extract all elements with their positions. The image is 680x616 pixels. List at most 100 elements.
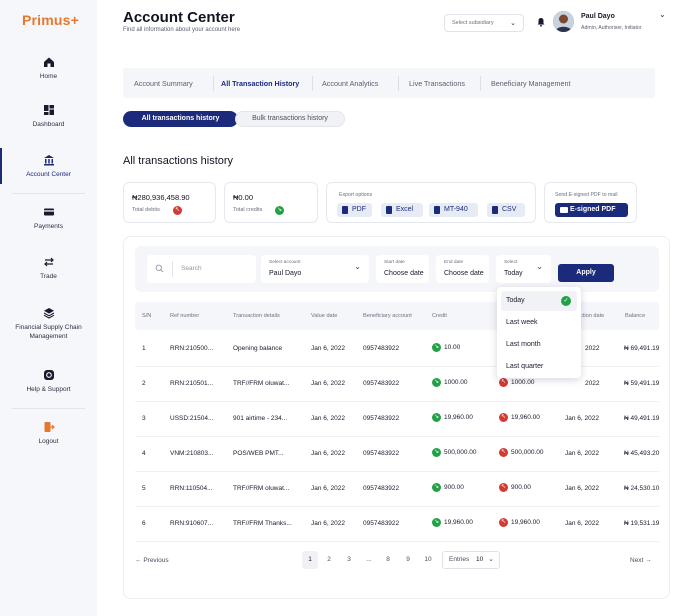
start-date-value: Choose date: [384, 270, 424, 277]
avatar[interactable]: [553, 11, 574, 32]
all-transactions-pill[interactable]: All transactions history: [123, 111, 238, 127]
page-3[interactable]: 3: [341, 551, 357, 569]
divider: [312, 76, 313, 91]
cell-credit: ↘ 500,000.00: [432, 448, 477, 457]
debit-arrow-icon: ↖: [499, 483, 508, 492]
end-date-value: Choose date: [444, 270, 484, 277]
sidebar-item-label: Logout: [38, 438, 59, 445]
filter-bar: Search Select account Paul Dayo ⌄ Start …: [135, 246, 659, 292]
start-date-picker[interactable]: Start date Choose date: [376, 255, 429, 283]
tab-account-analytics[interactable]: Account Analytics: [322, 79, 378, 88]
tab-account-summary[interactable]: Account Summary: [134, 79, 193, 88]
debit-arrow-icon: ↖: [499, 448, 508, 457]
period-dropdown: Today ✓ Last week Last month Last quarte…: [497, 287, 581, 378]
dropdown-option-last-week[interactable]: Last week: [501, 313, 577, 333]
next-label: Next: [630, 557, 644, 564]
sidebar-item-trade[interactable]: Trade: [0, 256, 97, 281]
app-logo[interactable]: Primus+: [22, 12, 79, 28]
chevron-down-icon: ⌄: [488, 556, 494, 563]
page-1[interactable]: 1: [302, 551, 318, 569]
total-debits-card: ₦280,936,458.90 Total debits ↖: [123, 182, 216, 223]
next-button[interactable]: Next →: [630, 557, 652, 564]
debit-arrow-icon: ↖: [499, 518, 508, 527]
export-options-card: Export options PDF Excel MT-940 CSV: [326, 182, 536, 223]
cell-ref: RRN:110504...: [170, 485, 213, 492]
col-beneficiary: Beneficiary account: [363, 313, 412, 319]
bank-icon: [43, 155, 54, 166]
credit-arrow-icon: ↘: [432, 343, 441, 352]
sidebar-item-help[interactable]: Help & Support: [0, 369, 97, 394]
dropdown-option-last-quarter[interactable]: Last quarter: [501, 357, 577, 377]
file-icon: [342, 206, 348, 214]
cell-transaction-date: Jan 6, 2022: [565, 450, 599, 457]
table-row[interactable]: 5 RRN:110504... TRF//FRM oluwat... Jan 6, 2…: [135, 472, 659, 507]
entries-select[interactable]: Entries 10 ⌄: [442, 551, 500, 569]
credit-arrow-icon: ↘: [432, 483, 441, 492]
tab-live-transactions[interactable]: Live Transactions: [409, 79, 465, 88]
amount-value: 19,960.00: [444, 414, 473, 422]
tab-beneficiary-management[interactable]: Beneficiary Management: [491, 79, 571, 88]
tab-bar: Account Summary All Transaction History …: [123, 68, 655, 98]
apply-button[interactable]: Apply: [558, 264, 614, 282]
entries-label: Entries: [449, 556, 470, 563]
bell-icon[interactable]: [536, 17, 546, 27]
cell-debit: ↖ 1000.00: [499, 378, 535, 387]
cell-ref: VNM:210803...: [170, 450, 214, 457]
search-input[interactable]: Search: [147, 255, 256, 283]
page-8[interactable]: 8: [380, 551, 396, 569]
tab-all-transaction-history[interactable]: All Transaction History: [221, 79, 299, 88]
end-date-picker[interactable]: End date Choose date: [436, 255, 489, 283]
cell-credit: ↘ 10.00: [432, 343, 460, 352]
table-row[interactable]: 3 USSD:21504... 901 airtime - 234... Jan 6,…: [135, 402, 659, 437]
page-title: Account Center: [123, 9, 235, 26]
page-10[interactable]: 10: [420, 551, 436, 569]
export-csv-label: CSV: [502, 206, 517, 213]
user-name: Paul Dayo: [581, 13, 615, 20]
account-select[interactable]: Select account Paul Dayo ⌄: [261, 255, 369, 283]
table-row[interactable]: 6 RRN:910607... TRF//FRM Thanks... Jan 6, 2…: [135, 507, 659, 542]
export-mt940-button[interactable]: MT-940: [429, 203, 478, 217]
sidebar-item-payments[interactable]: Payments: [0, 206, 97, 231]
sidebar-item-dashboard[interactable]: Dashboard: [0, 104, 97, 129]
dropdown-option-today[interactable]: Today ✓: [501, 291, 577, 311]
page-2[interactable]: 2: [321, 551, 337, 569]
sidebar-item-label: Dashboard: [32, 121, 65, 128]
cell-value-date: Jan 6, 2022: [311, 415, 345, 422]
period-select[interactable]: Select Today ⌄: [496, 255, 551, 283]
col-value-date: Value date: [311, 313, 338, 319]
cell-debit: ↖ 900.00: [499, 483, 531, 492]
cell-details: TRF//FRM oluwat...: [233, 380, 290, 387]
cell-credit: ↘ 19,960.00: [432, 518, 473, 527]
cell-credit: ↘ 900.00: [432, 483, 464, 492]
cell-value-date: Jan 6, 2022: [311, 450, 345, 457]
dashboard-icon: [43, 105, 54, 115]
sidebar-item-home[interactable]: Home: [0, 56, 97, 81]
amount-value: 19,960.00: [511, 519, 540, 527]
export-csv-button[interactable]: CSV: [487, 203, 525, 217]
cell-sn: 3: [142, 415, 146, 422]
amount-value: 900.00: [511, 484, 531, 492]
export-mt940-label: MT-940: [444, 206, 468, 213]
chevron-down-icon: ⌄: [536, 262, 543, 271]
sidebar-item-account-center[interactable]: Account Center: [0, 154, 97, 179]
user-role: Admin, Authoriser, Initiator: [581, 25, 642, 31]
credit-arrow-icon: ↘: [432, 518, 441, 527]
cell-details: 901 airtime - 234...: [233, 415, 288, 422]
export-pdf-button[interactable]: PDF: [337, 203, 372, 217]
esigned-pdf-button[interactable]: E-signed PDF: [555, 203, 628, 217]
chevron-down-icon[interactable]: ⌄: [659, 10, 666, 19]
divider: [12, 193, 85, 194]
dropdown-option-last-month[interactable]: Last month: [501, 335, 577, 355]
start-date-label: Start date: [384, 260, 405, 265]
previous-button[interactable]: ← Previous: [135, 557, 169, 564]
bulk-transactions-pill[interactable]: Bulk transactions history: [235, 111, 345, 127]
page-9[interactable]: 9: [400, 551, 416, 569]
option-label: Today: [506, 297, 525, 304]
subsidiary-select[interactable]: Select subsidiary ⌄: [444, 14, 524, 32]
sidebar-item-label: Account Center: [26, 171, 71, 178]
export-excel-button[interactable]: Excel: [381, 203, 423, 217]
sidebar-item-logout[interactable]: Logout: [0, 421, 97, 446]
table-row[interactable]: 4 VNM:210803... POS/WEB PMT... Jan 6, 2022 0…: [135, 437, 659, 472]
sidebar-item-supply-chain[interactable]: Financial Supply Chain Management: [0, 307, 97, 342]
cell-beneficiary: 0957483922: [363, 415, 400, 422]
